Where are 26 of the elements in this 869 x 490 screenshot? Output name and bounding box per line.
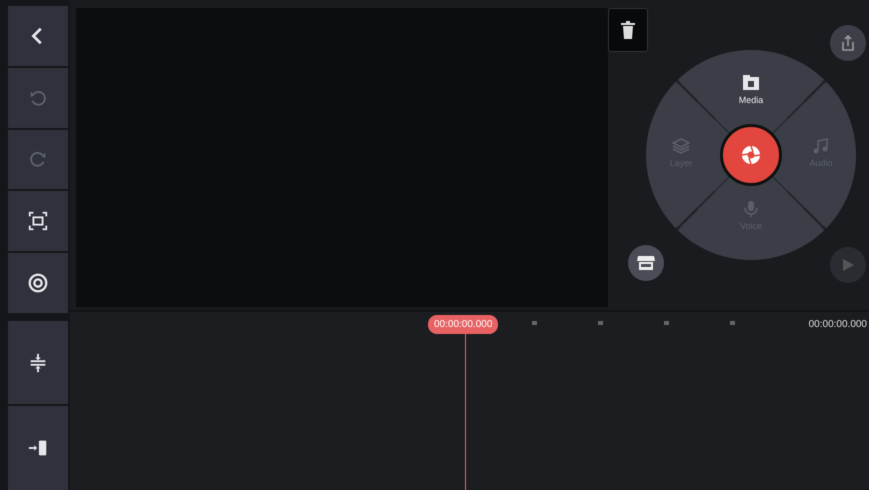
asset-store-button[interactable] bbox=[628, 245, 664, 281]
playhead-time[interactable]: 00:00:00.000 bbox=[428, 315, 498, 334]
tick-mark bbox=[598, 321, 603, 325]
layers-icon bbox=[672, 137, 690, 155]
timeline-track[interactable]: 00:00:00.000 00:00:00.000 bbox=[70, 310, 869, 490]
delete-button[interactable] bbox=[608, 8, 648, 52]
wheel-item[interactable]: Media bbox=[729, 74, 773, 108]
tick-mark bbox=[532, 321, 537, 325]
share-button[interactable] bbox=[830, 25, 866, 61]
music-note-icon bbox=[812, 137, 830, 155]
jump-button[interactable] bbox=[8, 406, 68, 490]
fit-screen-icon bbox=[27, 210, 49, 232]
store-icon bbox=[636, 254, 656, 272]
trash-icon bbox=[620, 20, 636, 40]
end-time: 00:00:00.000 bbox=[808, 318, 867, 332]
tick-mark bbox=[664, 321, 669, 325]
play-icon bbox=[840, 257, 856, 273]
share-icon bbox=[840, 34, 856, 52]
fit-button[interactable] bbox=[8, 191, 68, 251]
settings-icon bbox=[27, 272, 49, 294]
record-button[interactable] bbox=[720, 124, 782, 186]
aperture-icon bbox=[740, 144, 762, 166]
settings-button[interactable] bbox=[8, 253, 68, 313]
tick-mark bbox=[730, 321, 735, 325]
folder-icon bbox=[742, 74, 760, 92]
microphone-icon bbox=[742, 200, 760, 218]
